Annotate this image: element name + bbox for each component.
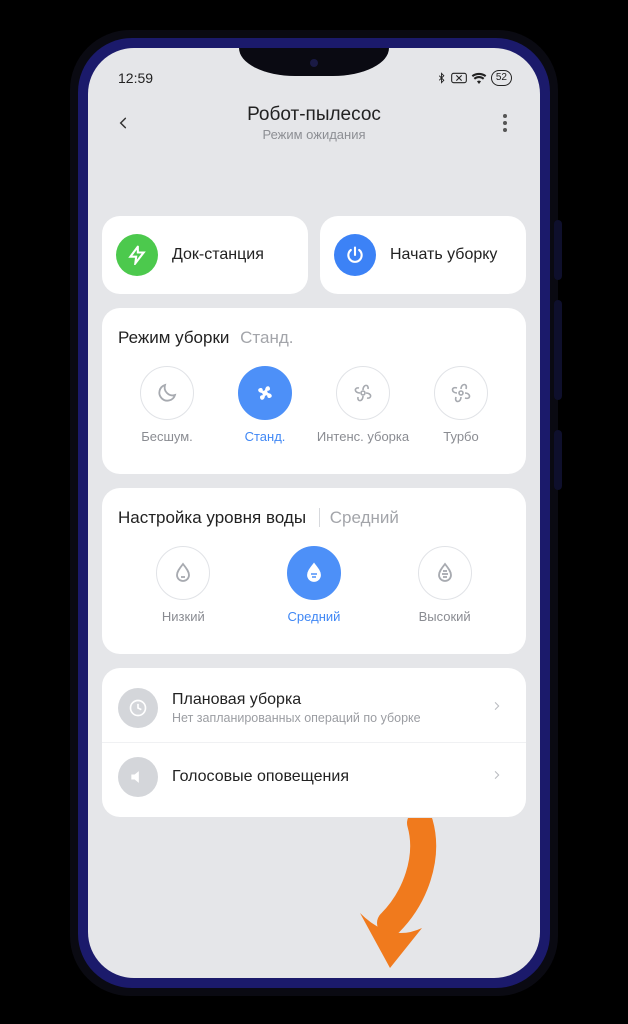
start-cleaning-button[interactable]: Начать уборку	[320, 216, 526, 294]
water-level-title: Настройка уровня воды	[118, 508, 306, 527]
water-medium-label: Средний	[288, 610, 341, 640]
moon-icon	[155, 381, 179, 405]
mode-intensive-label: Интенс. уборка	[317, 430, 409, 460]
drop-high-icon	[433, 561, 457, 585]
battery-icon: 52	[491, 70, 512, 86]
fan-turbo-icon	[449, 381, 473, 405]
power-icon	[334, 234, 376, 276]
cleaning-mode-card: Режим уборки Станд. Бесшум. Станд.	[102, 308, 526, 474]
water-medium[interactable]: Средний	[249, 546, 378, 640]
mode-intensive[interactable]: Интенс. уборка	[314, 366, 412, 460]
bluetooth-icon	[436, 71, 447, 85]
scheduled-cleaning-item[interactable]: Плановая уборка Нет запланированных опер…	[102, 674, 526, 742]
fan-fast-icon	[351, 381, 375, 405]
annotation-arrow-icon	[350, 818, 450, 978]
dock-icon	[116, 234, 158, 276]
start-cleaning-label: Начать уборку	[390, 245, 497, 264]
mode-standard[interactable]: Станд.	[216, 366, 314, 460]
water-level-card: Настройка уровня воды Средний Низкий Сре…	[102, 488, 526, 654]
clock-icon	[118, 688, 158, 728]
water-high[interactable]: Высокий	[380, 546, 509, 640]
dock-button[interactable]: Док-станция	[102, 216, 308, 294]
scheduled-subtitle: Нет запланированных операций по уборке	[172, 711, 478, 725]
hw-button	[554, 430, 562, 490]
chevron-right-icon	[492, 698, 510, 719]
water-level-current: Средний	[319, 508, 399, 527]
more-vertical-icon	[503, 114, 507, 132]
mode-quiet-label: Бесшум.	[141, 430, 193, 460]
mode-turbo-label: Турбо	[443, 430, 478, 460]
water-high-label: Высокий	[419, 610, 471, 640]
hw-button	[554, 220, 562, 280]
page-title: Робот-пылесос	[140, 104, 488, 126]
voice-alerts-item[interactable]: Голосовые оповещения	[102, 742, 526, 811]
page-subtitle: Режим ожидания	[140, 127, 488, 142]
app-header: Робот-пылесос Режим ожидания	[88, 88, 540, 158]
chevron-left-icon	[116, 112, 130, 134]
drop-icon	[171, 561, 195, 585]
no-sim-icon	[451, 72, 467, 84]
hw-button	[554, 300, 562, 400]
speaker-icon	[118, 757, 158, 797]
back-button[interactable]	[106, 103, 140, 143]
mode-turbo[interactable]: Турбо	[412, 366, 510, 460]
more-settings-card: Плановая уборка Нет запланированных опер…	[102, 668, 526, 817]
chevron-right-icon	[492, 767, 510, 788]
voice-title: Голосовые оповещения	[172, 768, 478, 786]
wifi-icon	[471, 72, 487, 84]
water-low[interactable]: Низкий	[119, 546, 248, 640]
phone-frame: 12:59 52 Робот-пылесос Режим	[70, 30, 558, 996]
cleaning-mode-title: Режим уборки	[118, 328, 229, 347]
overflow-menu-button[interactable]	[488, 103, 522, 143]
mode-quiet[interactable]: Бесшум.	[118, 366, 216, 460]
scheduled-title: Плановая уборка	[172, 691, 478, 709]
mode-standard-label: Станд.	[245, 430, 286, 460]
dock-label: Док-станция	[172, 245, 264, 264]
status-time: 12:59	[118, 70, 153, 86]
cleaning-mode-current: Станд.	[240, 328, 293, 347]
fan-icon	[253, 381, 277, 405]
status-icons: 52	[436, 70, 512, 86]
drop-medium-icon	[302, 561, 326, 585]
water-low-label: Низкий	[162, 610, 205, 640]
